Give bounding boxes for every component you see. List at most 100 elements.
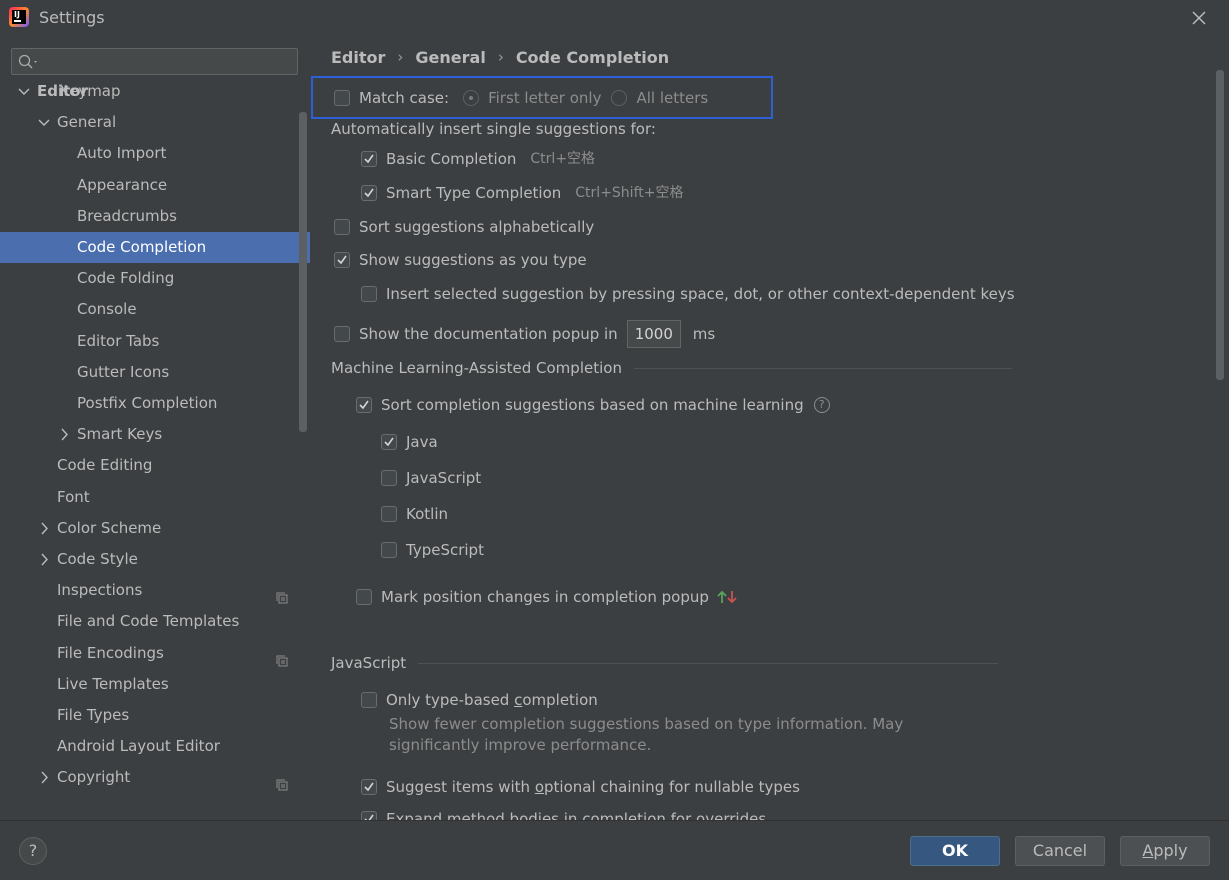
sidebar-item-console[interactable]: Console: [0, 294, 310, 325]
ml-section-title: Machine Learning-Assisted Completion: [331, 359, 622, 377]
ok-button[interactable]: OK: [910, 836, 1000, 866]
sidebar-item-label: Android Layout Editor: [57, 737, 220, 756]
sidebar-item-label: File Encodings: [57, 643, 164, 662]
type-based-description: Show fewer completion suggestions based …: [389, 715, 904, 754]
project-scope-icon: [276, 584, 288, 604]
radio-all-letters-label: All letters: [636, 89, 709, 107]
show-as-you-type-row: Show suggestions as you type: [334, 247, 587, 273]
sidebar-item-code-editing[interactable]: Code Editing: [0, 450, 310, 481]
smart-type-completion-row: Smart Type Completion Ctrl+Shift+空格: [361, 180, 683, 206]
doc-popup-checkbox[interactable]: [334, 326, 350, 342]
breadcrumb-editor[interactable]: Editor: [331, 48, 385, 67]
sidebar-item-appearance[interactable]: Appearance: [0, 170, 310, 201]
sidebar-item-breadcrumbs[interactable]: Breadcrumbs: [0, 201, 310, 232]
chevron-down-icon[interactable]: [17, 76, 31, 107]
ml-sort-checkbox[interactable]: [356, 397, 372, 413]
radio-all-letters[interactable]: [611, 90, 628, 106]
show-as-you-type-checkbox[interactable]: [334, 252, 350, 268]
type-based-checkbox[interactable]: [361, 692, 377, 708]
match-case-label: Match case:: [359, 89, 450, 107]
sidebar-item-label: Auto Import: [77, 144, 167, 163]
section-divider: [633, 367, 1012, 369]
ml-sort-label: Sort completion suggestions based on mac…: [381, 396, 804, 414]
doc-popup-label: Show the documentation popup in: [359, 325, 618, 343]
sidebar-item-label: Editor Tabs: [77, 331, 160, 350]
sidebar-item-smart-keys[interactable]: Smart Keys: [0, 419, 310, 450]
sort-alpha-checkbox[interactable]: [334, 219, 350, 235]
chevron-right-icon[interactable]: [37, 544, 51, 575]
sidebar-item-code-folding[interactable]: Code Folding: [0, 263, 310, 294]
dialog-footer: ? OK Cancel Apply: [0, 820, 1229, 880]
sidebar-item-label: File and Code Templates: [57, 612, 240, 631]
sidebar-item-postfix-completion[interactable]: Postfix Completion: [0, 388, 310, 419]
sidebar-item-inspections[interactable]: Inspections: [0, 575, 310, 606]
smart-type-completion-checkbox[interactable]: [361, 185, 377, 201]
settings-sidebar: Keymap Editor General Auto Import Appearanc…: [0, 36, 310, 820]
help-icon[interactable]: ?: [813, 397, 830, 413]
sidebar-item-code-style[interactable]: Code Style: [0, 544, 310, 575]
optional-chaining-checkbox[interactable]: [361, 779, 377, 795]
sidebar-item-file-and-code-templates[interactable]: File and Code Templates: [0, 606, 310, 637]
smart-type-completion-shortcut: Ctrl+Shift+空格: [575, 185, 684, 201]
insert-selected-checkbox[interactable]: [361, 286, 377, 302]
ml-language-label: TypeScript: [406, 541, 484, 559]
ml-language-label: JavaScript: [406, 469, 482, 487]
expand-method-label: Expand method bodies in completion for o…: [386, 810, 767, 820]
expand-method-checkbox[interactable]: [361, 811, 377, 820]
breadcrumb-general[interactable]: General: [415, 48, 485, 67]
sidebar-item-label: Font: [57, 487, 90, 506]
sidebar-item-editor-tabs[interactable]: Editor Tabs: [0, 326, 310, 357]
sidebar-item-label: Smart Keys: [77, 425, 163, 444]
basic-completion-shortcut: Ctrl+空格: [530, 151, 596, 167]
type-based-row: Only type-based completion: [361, 687, 598, 713]
ml-language-checkbox-javascript[interactable]: [381, 470, 397, 486]
sidebar-item-color-scheme[interactable]: Color Scheme: [0, 513, 310, 544]
radio-first-letter-label: First letter only: [488, 89, 602, 107]
sidebar-item-code-completion[interactable]: Code Completion: [0, 232, 310, 263]
basic-completion-checkbox[interactable]: [361, 151, 377, 167]
breadcrumb: Editor › General › Code Completion: [331, 46, 669, 68]
sidebar-item-android-layout-editor[interactable]: Android Layout Editor: [0, 731, 310, 762]
sidebar-item-gutter-icons[interactable]: Gutter Icons: [0, 357, 310, 388]
sidebar-item-general[interactable]: General: [0, 107, 310, 138]
sidebar-item-copyright[interactable]: Copyright: [0, 762, 310, 793]
help-button[interactable]: ?: [19, 837, 47, 865]
settings-search-input[interactable]: [11, 48, 298, 75]
sidebar-item-file-encodings[interactable]: File Encodings: [0, 638, 310, 669]
chevron-right-icon[interactable]: [37, 762, 51, 793]
chevron-right-icon[interactable]: [37, 513, 51, 544]
sidebar-item-label: Breadcrumbs: [77, 206, 177, 225]
close-icon[interactable]: [1189, 7, 1209, 29]
match-case-checkbox[interactable]: [334, 90, 350, 106]
content-scrollbar[interactable]: [1216, 70, 1224, 380]
ml-section-header: Machine Learning-Assisted Completion: [331, 357, 1012, 379]
sidebar-item-editor[interactable]: Editor: [0, 76, 310, 107]
cancel-button[interactable]: Cancel: [1015, 836, 1105, 866]
doc-popup-delay-input[interactable]: 1000: [626, 320, 681, 348]
ml-language-checkbox-typescript[interactable]: [381, 542, 397, 558]
insert-selected-row: Insert selected suggestion by pressing s…: [361, 281, 1015, 307]
ml-language-checkbox-java[interactable]: [381, 434, 397, 450]
sidebar-item-live-templates[interactable]: Live Templates: [0, 669, 310, 700]
optional-chaining-mnemonic: o: [534, 778, 545, 796]
sidebar-item-label: Code Folding: [77, 269, 175, 288]
sidebar-scrollbar[interactable]: [299, 112, 307, 432]
mark-position-checkbox[interactable]: [356, 589, 372, 605]
window-title: Settings: [39, 8, 105, 27]
sidebar-item-auto-import[interactable]: Auto Import: [0, 138, 310, 169]
sidebar-item-file-types[interactable]: File Types: [0, 700, 310, 731]
insert-selected-label: Insert selected suggestion by pressing s…: [386, 285, 1015, 303]
optional-chaining-label-post: ptional chaining for nullable types: [544, 778, 800, 796]
apply-button[interactable]: Apply: [1120, 836, 1210, 866]
basic-completion-label: Basic Completion: [386, 150, 517, 168]
sort-alpha-label: Sort suggestions alphabetically: [359, 218, 595, 236]
ml-language-checkbox-kotlin[interactable]: [381, 506, 397, 522]
chevron-right-icon[interactable]: [57, 419, 71, 450]
radio-first-letter-only[interactable]: [463, 90, 480, 106]
sidebar-item-label: Appearance: [77, 175, 168, 194]
sidebar-item-label: Postfix Completion: [77, 394, 218, 412]
sidebar-item-font[interactable]: Font: [0, 482, 310, 513]
expand-method-row: Expand method bodies in completion for o…: [361, 806, 766, 820]
apply-label-rest: pply: [1153, 841, 1188, 860]
chevron-down-icon[interactable]: [37, 107, 51, 138]
